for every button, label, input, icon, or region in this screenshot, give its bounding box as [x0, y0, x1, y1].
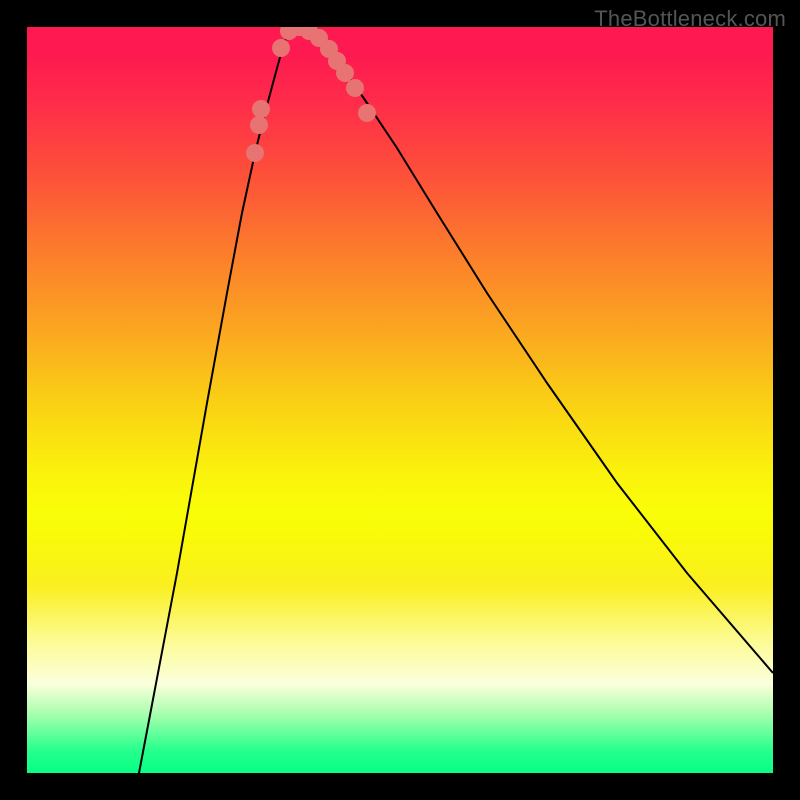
curve-layer [27, 27, 773, 773]
plot-area [27, 27, 773, 773]
bottleneck-curve [139, 27, 773, 773]
highlight-dot [246, 144, 264, 162]
chart-frame: TheBottleneck.com [0, 0, 800, 800]
highlight-dot [346, 79, 364, 97]
highlight-dot [252, 100, 270, 118]
highlight-dot [358, 104, 376, 122]
highlight-dot [336, 64, 354, 82]
highlight-dots [246, 27, 376, 162]
highlight-dot [250, 116, 268, 134]
highlight-dot [272, 39, 290, 57]
